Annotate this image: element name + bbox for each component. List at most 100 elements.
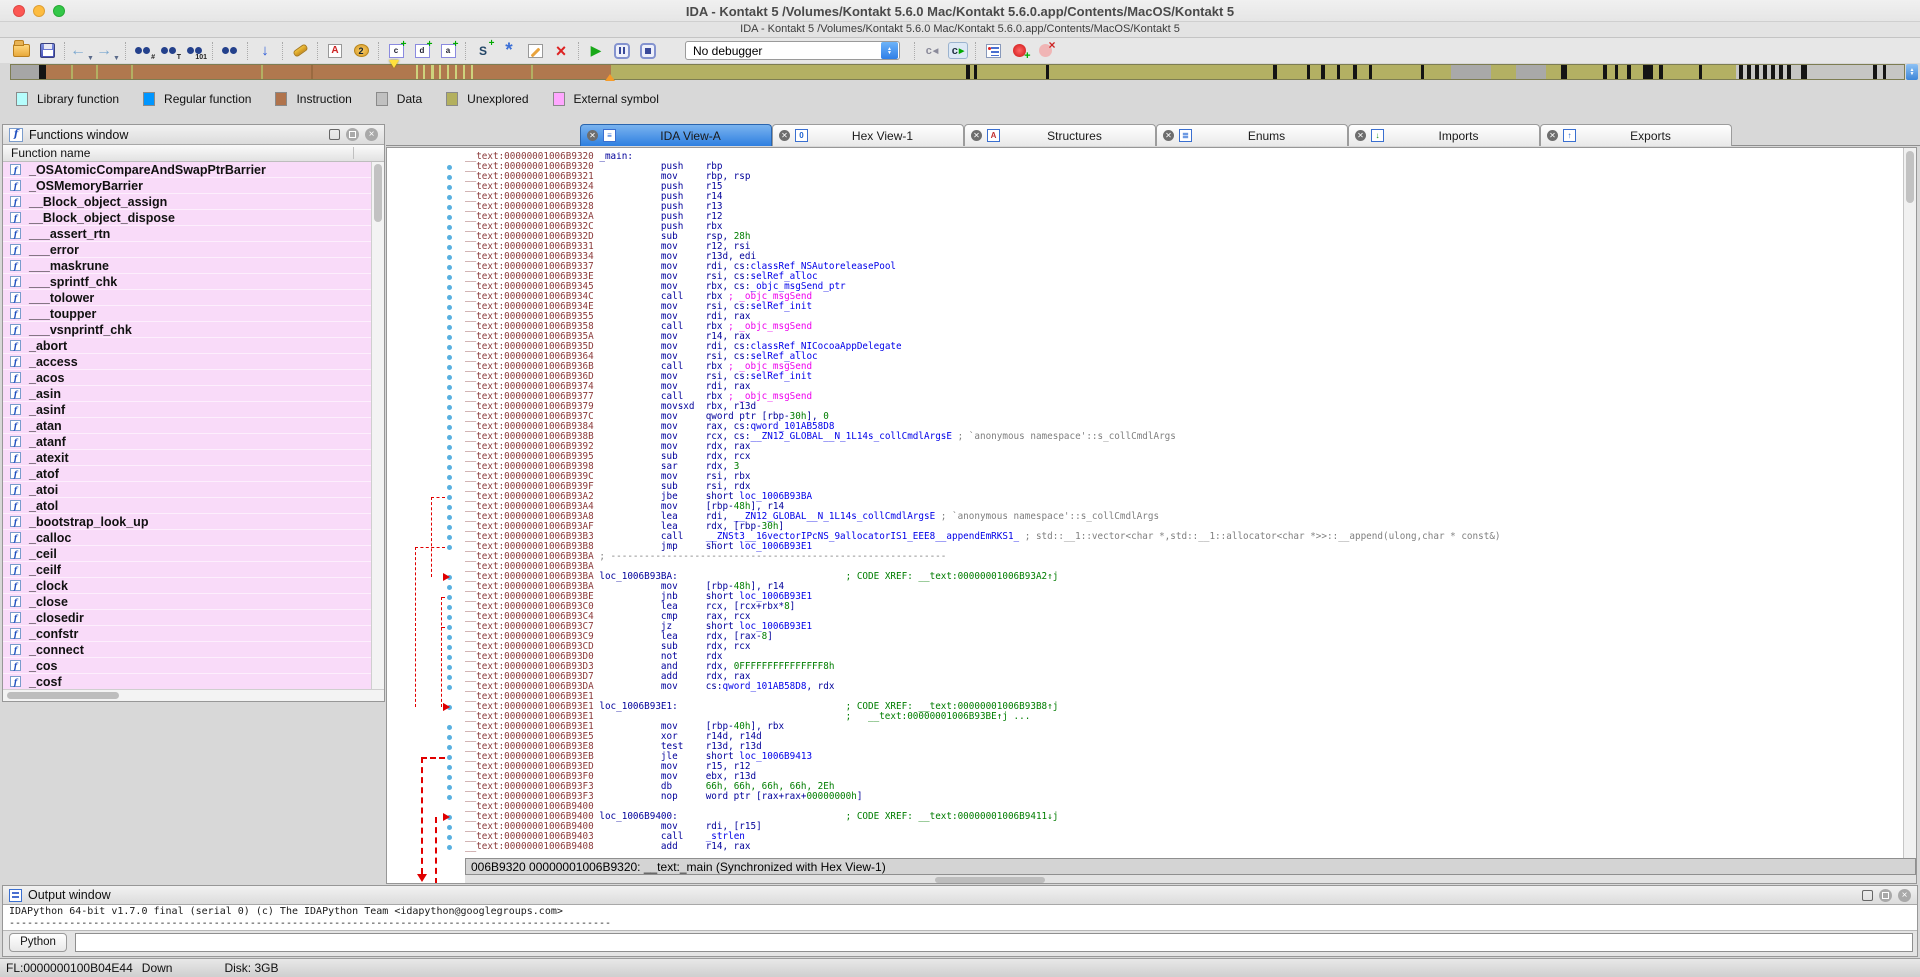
back-icon[interactable]: ←▼: [69, 40, 95, 62]
find-immediate-icon[interactable]: [182, 40, 208, 62]
disassembly-horizontal-scrollbar[interactable]: [465, 875, 1916, 884]
tab-enums[interactable]: ✕≣Enums: [1156, 124, 1348, 146]
function-list-item[interactable]: f_cos: [3, 658, 371, 674]
breakpoint-list-icon[interactable]: [980, 40, 1006, 62]
maximize-panel-button[interactable]: [1862, 890, 1873, 901]
function-list-item[interactable]: f_close: [3, 594, 371, 610]
function-list-item[interactable]: f___tolower: [3, 290, 371, 306]
function-list-item[interactable]: f_asin: [3, 386, 371, 402]
function-list-item[interactable]: f_clock: [3, 578, 371, 594]
functions-vertical-scrollbar[interactable]: [371, 162, 384, 690]
function-list-item[interactable]: f__Block_object_assign: [3, 194, 371, 210]
navigation-band[interactable]: [10, 64, 1905, 80]
script-icon[interactable]: S: [470, 40, 496, 62]
function-list-item[interactable]: f_atexit: [3, 450, 371, 466]
function-list-item[interactable]: f___error: [3, 242, 371, 258]
function-list-item[interactable]: f_closedir: [3, 610, 371, 626]
close-panel-button[interactable]: [365, 128, 378, 141]
find-text-icon[interactable]: [156, 40, 182, 62]
strings-icon[interactable]: A: [322, 40, 348, 62]
undefine-icon[interactable]: ×: [548, 40, 574, 62]
open-file-icon[interactable]: [8, 40, 34, 62]
function-name-column-header[interactable]: Function name: [3, 145, 384, 162]
breakpoint-delete-icon[interactable]: [1032, 40, 1058, 62]
breakpoint-add-icon[interactable]: [1006, 40, 1032, 62]
column-separator[interactable]: [353, 147, 354, 159]
function-list-item[interactable]: f_OSAtomicCompareAndSwapPtrBarrier: [3, 162, 371, 178]
edit-icon[interactable]: [522, 40, 548, 62]
scrollbar-thumb[interactable]: [1906, 151, 1914, 203]
navband-zoom-control[interactable]: ▲▼: [1906, 64, 1918, 80]
function-list-item[interactable]: f_abort: [3, 338, 371, 354]
function-list-item[interactable]: f_atoi: [3, 482, 371, 498]
function-list-item[interactable]: f_atof: [3, 466, 371, 482]
torch-icon[interactable]: [287, 40, 313, 62]
forward-icon[interactable]: →▼: [95, 40, 121, 62]
find-code-icon[interactable]: [130, 40, 156, 62]
function-list-item[interactable]: f_acos: [3, 370, 371, 386]
tab-structures[interactable]: ✕AStructures: [964, 124, 1156, 146]
scrollbar-thumb[interactable]: [374, 164, 382, 222]
scrollbar-thumb[interactable]: [935, 877, 1045, 883]
jump-next-icon[interactable]: ↓: [252, 40, 278, 62]
output-window-titlebar[interactable]: Output window: [3, 886, 1917, 905]
scrollbar-thumb[interactable]: [7, 692, 119, 699]
close-tab-icon[interactable]: ✕: [971, 130, 982, 141]
disassembly-line[interactable]: __text:00000001006B93DA mov cs:qword_101…: [465, 682, 1902, 692]
close-tab-icon[interactable]: ✕: [1547, 130, 1558, 141]
function-list-item[interactable]: f_cosf: [3, 674, 371, 690]
close-tab-icon[interactable]: ✕: [779, 130, 790, 141]
save-icon[interactable]: [34, 40, 60, 62]
function-list-item[interactable]: f___toupper: [3, 306, 371, 322]
run-icon[interactable]: ▶: [583, 40, 609, 62]
maximize-panel-button[interactable]: [329, 129, 340, 140]
float-panel-button[interactable]: [1879, 889, 1892, 902]
close-tab-icon[interactable]: ✕: [1163, 130, 1174, 141]
function-list-item[interactable]: f_asinf: [3, 402, 371, 418]
tab-imports[interactable]: ✕↓Imports: [1348, 124, 1540, 146]
disassembly-listing[interactable]: __text:00000001006B9320 _main:__text:000…: [465, 152, 1902, 852]
function-list-item[interactable]: f_bootstrap_look_up: [3, 514, 371, 530]
step-run-icon[interactable]: c▶: [945, 40, 971, 62]
function-list-item[interactable]: f__Block_object_dispose: [3, 210, 371, 226]
function-list-item[interactable]: f___vsnprintf_chk: [3, 322, 371, 338]
function-list-item[interactable]: f___assert_rtn: [3, 226, 371, 242]
tab-hex-view-1[interactable]: ✕0Hex View-1: [772, 124, 964, 146]
calculator-icon[interactable]: 2: [348, 40, 374, 62]
find-icon[interactable]: [217, 40, 243, 62]
interpreter-select-button[interactable]: Python: [9, 933, 67, 952]
function-list-item[interactable]: f_calloc: [3, 530, 371, 546]
function-list-item[interactable]: f___maskrune: [3, 258, 371, 274]
make-data-icon[interactable]: d: [409, 40, 435, 62]
output-log[interactable]: IDAPython 64-bit v1.7.0 final (serial 0)…: [3, 905, 1917, 931]
function-list-item[interactable]: f_ceilf: [3, 562, 371, 578]
disassembly-line[interactable]: __text:00000001006B93BA ; --------------…: [465, 552, 1902, 562]
function-list-item[interactable]: f_atan: [3, 418, 371, 434]
stepper-icon[interactable]: ▲▼: [881, 42, 898, 59]
debugger-selector[interactable]: No debugger▲▼: [685, 41, 900, 60]
tab-ida-view-a[interactable]: ✕≡IDA View-A: [580, 124, 772, 146]
functions-window-titlebar[interactable]: f Functions window: [3, 125, 384, 145]
function-list-item[interactable]: f_atol: [3, 498, 371, 514]
close-tab-icon[interactable]: ✕: [1355, 130, 1366, 141]
stop-icon[interactable]: [635, 40, 661, 62]
function-list-item[interactable]: f_connect: [3, 642, 371, 658]
function-list-item[interactable]: f_confstr: [3, 626, 371, 642]
functions-horizontal-scrollbar[interactable]: [3, 689, 384, 701]
close-tab-icon[interactable]: ✕: [587, 130, 598, 141]
disassembly-line[interactable]: __text:00000001006B93F3 nop word ptr [ra…: [465, 792, 1902, 802]
asterisk-icon[interactable]: *: [496, 40, 522, 62]
ida-view-a-pane[interactable]: __text:00000001006B9320 _main:__text:000…: [386, 147, 1917, 884]
disassembly-vertical-scrollbar[interactable]: [1903, 148, 1916, 858]
python-input[interactable]: [75, 933, 1913, 952]
tab-exports[interactable]: ✕↑Exports: [1540, 124, 1732, 146]
make-name-icon[interactable]: a: [435, 40, 461, 62]
function-list-item[interactable]: f_OSMemoryBarrier: [3, 178, 371, 194]
close-panel-button[interactable]: [1898, 889, 1911, 902]
function-list-item[interactable]: f___sprintf_chk: [3, 274, 371, 290]
make-code-icon[interactable]: c: [383, 40, 409, 62]
float-panel-button[interactable]: [346, 128, 359, 141]
function-list-item[interactable]: f_atanf: [3, 434, 371, 450]
disassembly-line[interactable]: __text:00000001006B9408 add r14, rax: [465, 842, 1902, 852]
pause-icon[interactable]: [609, 40, 635, 62]
